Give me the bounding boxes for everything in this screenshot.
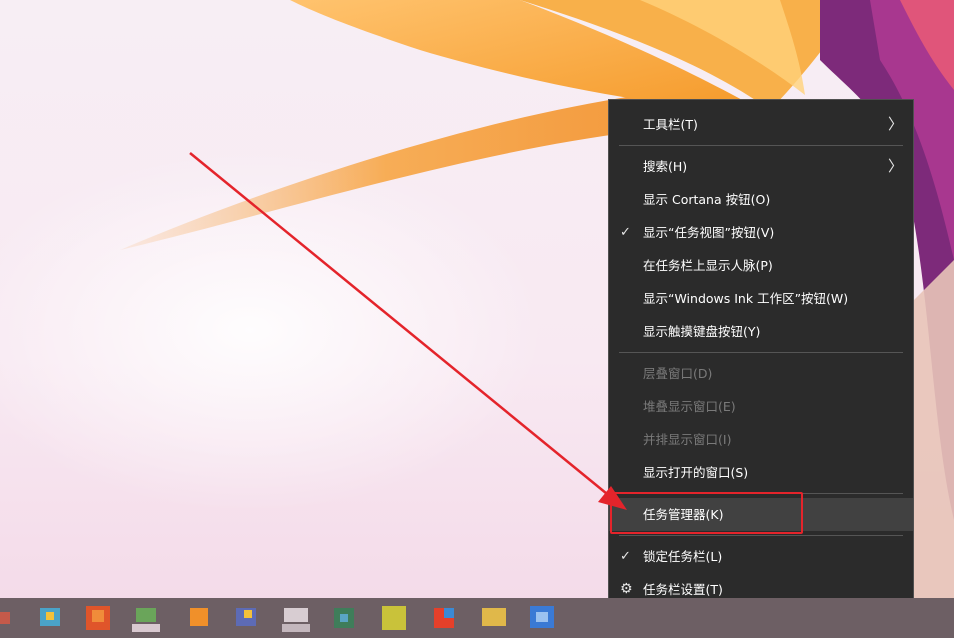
taskbar-app-icon[interactable] (232, 602, 260, 634)
taskbar-app-icon[interactable] (430, 602, 458, 634)
menu-item-label: 显示“任务视图”按钮(V) (643, 225, 775, 240)
menu-separator (619, 352, 903, 353)
menu-item-show-touch-keyboard[interactable]: 显示触摸键盘按钮(Y) (609, 315, 913, 348)
menu-item-lock-taskbar[interactable]: ✓ 锁定任务栏(L) (609, 540, 913, 573)
taskbar-app-icon[interactable] (380, 602, 408, 634)
taskbar-app-icon[interactable] (84, 602, 112, 634)
taskbar-app-icon[interactable] (0, 602, 28, 634)
taskbar-context-menu: 工具栏(T) 〉 搜索(H) 〉 显示 Cortana 按钮(O) ✓ 显示“任… (608, 99, 914, 614)
menu-item-label: 显示“Windows Ink 工作区”按钮(W) (643, 291, 849, 306)
chevron-right-icon: 〉 (887, 157, 903, 175)
menu-item-show-people[interactable]: 在任务栏上显示人脉(P) (609, 249, 913, 282)
annotation-highlight-box (610, 492, 803, 534)
menu-item-label: 堆叠显示窗口(E) (643, 399, 736, 414)
taskbar-app-icon[interactable] (184, 602, 212, 634)
menu-item-cascade-windows: 层叠窗口(D) (609, 357, 913, 390)
menu-item-label: 层叠窗口(D) (643, 366, 713, 381)
taskbar-app-icon[interactable] (480, 602, 508, 634)
menu-item-label: 显示触摸键盘按钮(Y) (643, 324, 761, 339)
taskbar-app-icon[interactable] (528, 602, 556, 634)
check-icon: ✓ (620, 549, 631, 564)
menu-item-toolbars[interactable]: 工具栏(T) 〉 (609, 108, 913, 141)
check-icon: ✓ (620, 225, 631, 240)
chevron-right-icon: 〉 (887, 115, 903, 133)
menu-item-show-windows-ink[interactable]: 显示“Windows Ink 工作区”按钮(W) (609, 282, 913, 315)
menu-item-show-desktop[interactable]: 显示打开的窗口(S) (609, 456, 913, 489)
menu-item-label: 显示 Cortana 按钮(O) (643, 192, 771, 207)
taskbar-app-icon[interactable] (132, 602, 160, 634)
taskbar-app-icon[interactable] (36, 602, 64, 634)
taskbar-app-icon[interactable] (282, 602, 310, 634)
menu-item-search[interactable]: 搜索(H) 〉 (609, 150, 913, 183)
menu-item-label: 显示打开的窗口(S) (643, 465, 749, 480)
menu-item-label: 并排显示窗口(I) (643, 432, 732, 447)
menu-item-label: 在任务栏上显示人脉(P) (643, 258, 773, 273)
taskbar-app-icon[interactable] (330, 602, 358, 634)
menu-separator (619, 145, 903, 146)
menu-item-side-by-side-windows: 并排显示窗口(I) (609, 423, 913, 456)
menu-item-show-task-view[interactable]: ✓ 显示“任务视图”按钮(V) (609, 216, 913, 249)
menu-item-stack-windows: 堆叠显示窗口(E) (609, 390, 913, 423)
menu-item-label: 锁定任务栏(L) (643, 549, 723, 564)
menu-item-label: 工具栏(T) (643, 117, 698, 132)
menu-separator (619, 535, 903, 536)
menu-item-label: 搜索(H) (643, 159, 688, 174)
menu-item-show-cortana[interactable]: 显示 Cortana 按钮(O) (609, 183, 913, 216)
